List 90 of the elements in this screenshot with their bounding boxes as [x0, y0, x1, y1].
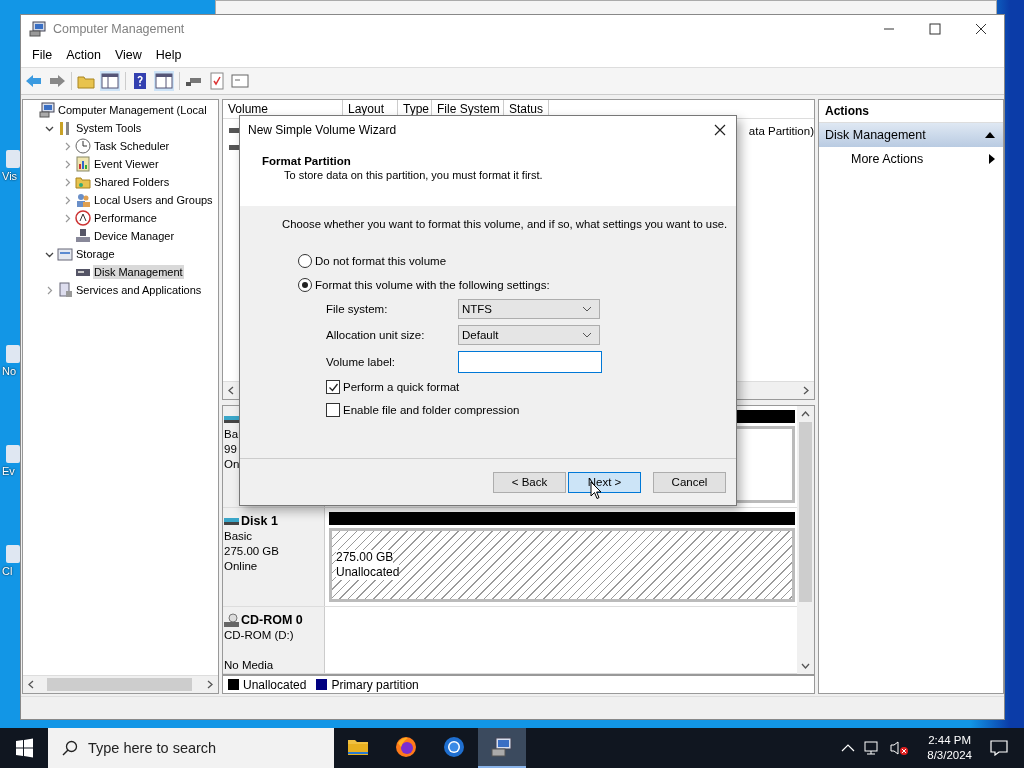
tree-item[interactable]: Device Manager: [93, 229, 176, 243]
legend-label: Primary partition: [331, 677, 419, 692]
users-icon: [75, 192, 91, 208]
checkbox-label: Enable file and folder compression: [343, 404, 520, 416]
disk-detail: On: [224, 457, 241, 472]
tree-item[interactable]: Storage: [75, 247, 116, 261]
tree-item[interactable]: Shared Folders: [93, 175, 171, 189]
clock-date[interactable]: 8/3/2024: [927, 748, 972, 763]
desktop-icon-label: Cl: [2, 565, 13, 577]
table-cell: ata Partition): [748, 124, 814, 137]
legend-label: Unallocated: [243, 677, 307, 692]
desktop-icon-label: Vis: [2, 170, 18, 182]
page-heading: Format Partition: [262, 155, 352, 167]
menu-item[interactable]: View: [107, 46, 149, 64]
checkbox-label: Perform a quick format: [343, 381, 460, 393]
back-arrow-icon[interactable]: [25, 72, 43, 90]
task-entry[interactable]: More Actions: [819, 147, 1003, 171]
help-icon[interactable]: [131, 72, 149, 90]
panel-icon[interactable]: [154, 71, 174, 91]
tree-item[interactable]: Computer Management (Local: [57, 103, 208, 117]
horizontal-scrollbar[interactable]: [23, 675, 218, 693]
dialog-title: New Simple Volume Wizard: [248, 123, 397, 137]
folder-icon: [75, 174, 91, 190]
cd-drive-icon: [224, 613, 239, 628]
radio-label: Do not format this volume: [315, 255, 447, 267]
tree-item[interactable]: Local Users and Groups: [93, 193, 214, 207]
tree-item[interactable]: Disk Management: [93, 265, 184, 279]
radio-button[interactable]: [298, 278, 312, 292]
disk-detail: Ba: [224, 427, 240, 442]
field-label: Volume label:: [326, 356, 397, 368]
tree-item[interactable]: System Tools: [75, 121, 143, 135]
storage-icon: [57, 246, 73, 262]
notification-icon[interactable]: [990, 740, 1008, 756]
search-field[interactable]: Type here to search: [48, 728, 334, 768]
checkbox[interactable]: [326, 380, 340, 394]
computer-icon: [29, 20, 47, 38]
partition-size: 275.00 GB: [336, 549, 394, 565]
tree-item[interactable]: Event Viewer: [93, 157, 160, 171]
window-title: Computer Management: [53, 22, 185, 36]
monitor-icon: [39, 102, 55, 118]
partition-block[interactable]: 275.00 GB Unallocated: [329, 527, 795, 602]
checkbox[interactable]: [326, 403, 340, 417]
disk-detail: Basic: [224, 528, 254, 544]
chart-icon: [75, 156, 91, 172]
menu-item[interactable]: Action: [59, 46, 108, 64]
clock-time[interactable]: 2:44 PM: [928, 733, 972, 748]
radio-label: Format this volume with the following settings:: [315, 279, 550, 291]
taskbar-app-button[interactable]: [478, 728, 526, 768]
desktop-icon-label: Ev: [2, 465, 15, 477]
tree-item[interactable]: Services and Applications: [75, 283, 203, 297]
menu-item[interactable]: Help: [148, 46, 189, 64]
disk-name: CD-ROM 0: [241, 613, 303, 628]
checklist-icon[interactable]: [208, 72, 226, 90]
chevron-down-icon: [582, 306, 592, 312]
browser-icon: [442, 735, 466, 759]
submenu-triangle-icon[interactable]: [989, 154, 995, 164]
dropdown[interactable]: Default: [458, 325, 600, 345]
collapse-triangle-icon[interactable]: [985, 132, 995, 138]
desktop-icon-label: No: [2, 365, 17, 377]
fox-browser-icon: [394, 735, 418, 759]
instruction-text: Choose whether you want to format this volume, and if so, what settings you want to use.: [282, 218, 729, 230]
input-field[interactable]: [458, 351, 602, 373]
clock-icon: [75, 138, 91, 154]
vertical-scrollbar[interactable]: [797, 406, 814, 674]
panel-icon[interactable]: [100, 71, 120, 91]
page-subtitle: To store data on this partition, you must format it first.: [283, 169, 544, 181]
disk-name: Disk 1: [241, 513, 278, 529]
menu-item[interactable]: File: [25, 46, 60, 64]
device-icon: [75, 228, 91, 244]
field-label: File system:: [326, 303, 389, 315]
chevron-down-icon: [582, 332, 592, 338]
radio-button[interactable]: [298, 254, 312, 268]
dropdown[interactable]: NTFS: [458, 299, 600, 319]
field-label: Allocation unit size:: [326, 329, 426, 341]
dialog-button[interactable]: Cancel: [653, 471, 726, 493]
close-icon[interactable]: [714, 124, 726, 136]
chevron-up-icon[interactable]: [841, 743, 856, 753]
dialog-button[interactable]: < Back: [493, 471, 566, 493]
disk-detail: Online: [224, 558, 259, 574]
disk-detail: CD-ROM (D:): [224, 628, 295, 643]
disk-detail: 275.00 GB: [224, 543, 280, 559]
forward-arrow-icon[interactable]: [48, 72, 66, 90]
search-icon: [62, 740, 78, 756]
tree-item[interactable]: Task Scheduler: [93, 139, 171, 153]
computer-icon: [490, 735, 514, 759]
tree-item[interactable]: Performance: [93, 211, 158, 225]
task-entry[interactable]: Disk Management: [819, 123, 1003, 147]
muted-speaker-icon[interactable]: [889, 740, 910, 756]
disk-detail: 99: [224, 442, 238, 457]
disk-detail: No Media: [224, 658, 275, 673]
